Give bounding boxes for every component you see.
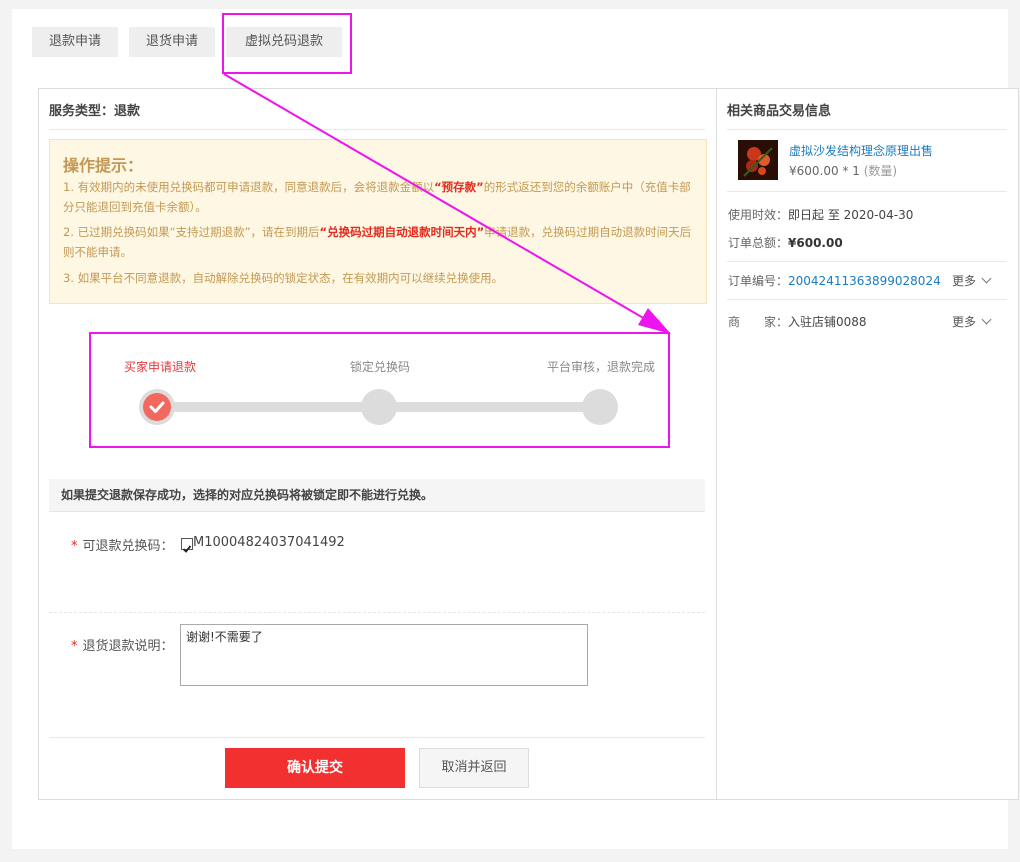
annotation-arrow [223, 73, 671, 334]
